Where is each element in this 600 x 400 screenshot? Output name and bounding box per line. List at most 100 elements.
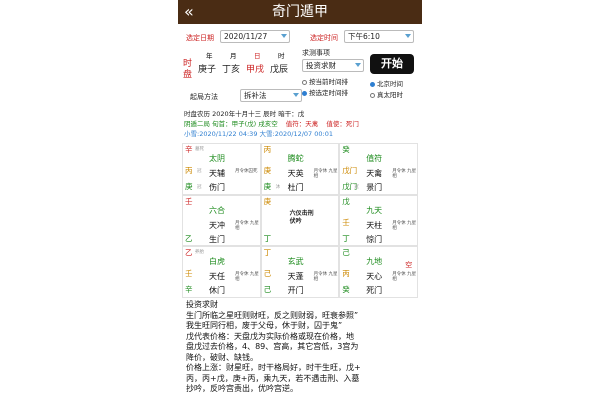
- eight-god: 玄武: [287, 257, 304, 267]
- palace-note: 月令休 九星相: [235, 272, 259, 283]
- analysis-line: 丙，丙+戊，庚+丙，乘九天，若不遇击刑、入墓: [186, 373, 360, 383]
- analysis-line: 抄吟，反吟宫责出，优吟宫逆。: [186, 384, 298, 393]
- palace-grid: 辛墓死丙冠庚冠太阴 天辅 伤门 月令休囚死丙庚庚沐腾蛇 天英 杜门 月令休 九星相癸戊门 戊门…: [182, 143, 418, 298]
- analysis-line: 戊代表价格：天盘戊为实际价格或现在价格，地: [186, 331, 354, 341]
- radio-dot-selected: [370, 82, 375, 87]
- eight-god: 九地: [366, 257, 383, 267]
- analysis-line: 我生旺同行相，废于父母，休于财，囚于鬼”: [186, 321, 343, 330]
- time-field[interactable]: 下午6:10: [344, 30, 414, 43]
- zhifu-info: 值符：天禽: [285, 120, 319, 128]
- pillar-month: 丁亥: [222, 65, 241, 75]
- dropdown-icon: [281, 34, 287, 38]
- earth-stem: 癸: [342, 285, 350, 295]
- time-label: 选定时间: [310, 34, 338, 42]
- eight-god: 太阴: [209, 154, 225, 163]
- analysis-text: 投资求财 生门所临之星旺则财旺，反之则财弱，旺衰参照” 我生旺同行相，废于父母，…: [186, 300, 420, 395]
- void-marker: 空: [405, 261, 413, 270]
- heaven-stem: 辛: [185, 145, 193, 154]
- eight-door: 景门: [366, 183, 383, 192]
- phone-screen: « 奇门遁甲 选定日期 2020/11/27 选定时间 下午6:10 年 月 日…: [178, 0, 422, 400]
- stem-state: 冠: [354, 185, 359, 190]
- stem-state: 冠: [197, 185, 202, 190]
- radio-current-time[interactable]: 按当前时间排: [302, 78, 348, 87]
- palace-note: 月令休 九星相: [392, 272, 417, 283]
- eight-door: 伤门: [209, 183, 225, 192]
- zhishi-info: 值使：死门: [326, 120, 359, 128]
- middle-stem: 壬: [342, 217, 350, 227]
- stem-state: 冠: [197, 169, 202, 174]
- eight-god: 腾蛇: [287, 154, 304, 163]
- palace-cell: 己丙癸 九地 天心 死门 月令休 九星相: [339, 246, 418, 298]
- radio-selected-time[interactable]: 按选定时间排: [302, 89, 348, 98]
- stem-state: 养胎: [195, 250, 204, 256]
- heaven-stem: 戊: [342, 196, 350, 206]
- date-label: 选定日期: [186, 34, 214, 42]
- palace-note: 月令休 九星相: [313, 169, 338, 179]
- earth-stem: 庚: [263, 182, 272, 191]
- radio-beijing-time[interactable]: 北京时间: [370, 80, 403, 89]
- date-field[interactable]: 2020/11/27: [220, 30, 290, 43]
- nine-star: 天任: [209, 272, 225, 282]
- palace-cell: 戊壬丁 九天 天柱 惊门 月令休 九星相: [339, 194, 418, 247]
- chart-type-label: 时 盘: [183, 59, 193, 80]
- radio-dot: [302, 80, 307, 85]
- palace-cell: 丙庚庚沐 腾蛇 天英 杜门 月令休 九星相: [260, 143, 340, 195]
- palace-cell: 丁己己 玄武 天蓬 开门 月令休 九星相: [260, 246, 340, 298]
- radio-current-label: 按当前时间排: [309, 78, 348, 86]
- pillar-hour: 戊辰: [270, 65, 289, 75]
- method-select[interactable]: 拆补法: [240, 89, 302, 102]
- palace-cell: 辛墓死丙冠庚冠太阴 天辅 伤门 月令休囚死: [182, 143, 261, 195]
- middle-stem: 庚: [263, 166, 272, 175]
- earth-stem: 辛: [185, 285, 193, 295]
- palace-note: 月令休 九星相: [313, 272, 338, 283]
- nine-star: 天英: [287, 169, 304, 178]
- nine-star: 天辅: [209, 169, 225, 178]
- palace-note: 月令休 九星相: [392, 169, 417, 179]
- eight-god: 九天: [366, 205, 383, 215]
- middle-stem: 戊门: [342, 166, 358, 175]
- eight-door: 死门: [366, 286, 383, 296]
- analysis-line: 降价，破财、缺钱。: [186, 352, 258, 362]
- radio-dot: [370, 93, 375, 98]
- method-value: 拆补法: [244, 91, 267, 100]
- eight-door: 开门: [287, 286, 304, 296]
- event-select[interactable]: 投资求财: [302, 59, 364, 72]
- eight-god: 六合: [209, 205, 225, 215]
- start-button[interactable]: 开始: [370, 54, 414, 74]
- heaven-stem: 壬: [185, 196, 193, 206]
- analysis-line: 生门所临之星旺则财旺，反之则财弱，旺衰参照”: [186, 310, 359, 320]
- middle-stem: 己: [263, 269, 272, 279]
- palace-cell: 癸戊门 戊门冠值符 天禽 景门 月令休 九星相: [339, 143, 418, 195]
- radio-solar-label: 真太阳时: [377, 91, 403, 99]
- dropdown-icon: [405, 34, 411, 38]
- top-bar: « 奇门遁甲: [178, 0, 422, 24]
- middle-stem: 丙: [342, 269, 350, 279]
- analysis-line: 价格上涨：财星旺，时干格局好，时干生旺，戊+: [186, 363, 361, 372]
- palace-note: 月令休 九星相: [235, 220, 259, 231]
- eight-door: 杜门: [287, 183, 304, 192]
- palace-cell: 壬乙 六合天冲生门 月令休 九星相: [182, 194, 261, 247]
- eight-god: 值符: [366, 154, 383, 163]
- nine-star: 天冲: [209, 220, 225, 230]
- palace-note: 月令休囚死: [235, 169, 258, 174]
- page-title: 奇门遁甲: [272, 4, 328, 20]
- heaven-stem: 乙: [185, 248, 193, 258]
- earth-stem: 丁: [342, 233, 350, 243]
- heaven-stem: 庚: [263, 196, 272, 206]
- earth-stem: 乙: [185, 233, 193, 243]
- radio-dot-selected: [302, 91, 307, 96]
- pillar-header-month: 月: [230, 52, 237, 60]
- heaven-stem: 癸: [342, 145, 350, 154]
- event-value: 投资求财: [306, 61, 336, 70]
- radio-selected-label: 按选定时间排: [309, 89, 348, 97]
- pillar-header-day: 日: [254, 52, 261, 60]
- eight-door: 生门: [209, 234, 225, 244]
- earth-stem: 丁: [263, 233, 272, 243]
- solar-term-info: 小雪:2020/11/22 04:39 大雪:2020/12/07 00:01: [184, 130, 333, 138]
- nine-star: 天柱: [366, 220, 383, 230]
- stem-state: 墓死: [195, 147, 204, 152]
- eight-door: 惊门: [366, 234, 383, 244]
- earth-stem: 庚: [185, 182, 193, 191]
- radio-solar-time[interactable]: 真太阳时: [370, 91, 403, 100]
- pillar-header-year: 年: [206, 52, 213, 60]
